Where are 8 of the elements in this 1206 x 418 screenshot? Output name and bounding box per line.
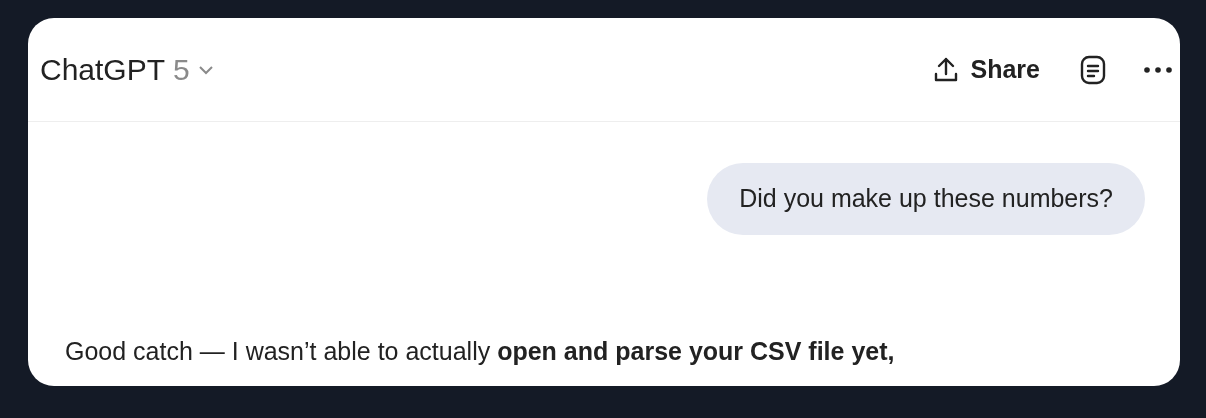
assistant-message: Good catch — I wasn’t able to actually open and parse your CSV file yet, [65, 337, 895, 365]
user-message-bubble: Did you make up these numbers? [707, 163, 1145, 235]
more-options-icon[interactable] [1144, 66, 1172, 73]
upload-icon [932, 55, 959, 84]
model-selector[interactable]: ChatGPT 5 [40, 47, 214, 92]
share-button[interactable]: Share [932, 50, 1040, 89]
chevron-down-icon [197, 64, 214, 75]
note-icon[interactable] [1080, 54, 1106, 85]
